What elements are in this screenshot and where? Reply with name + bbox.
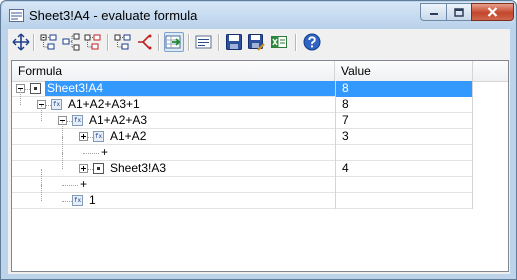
grid-header: Formula Value — [12, 61, 508, 82]
tree-row[interactable]: fx A1+A2+A3 7 — [12, 105, 473, 129]
column-header-value[interactable]: Value — [335, 61, 473, 81]
tree-row[interactable]: Sheet3!A3 4 — [12, 153, 473, 177]
tree-connector — [83, 153, 99, 155]
formula-text: Sheet3!A4 — [47, 81, 104, 95]
formula-icon: fx — [72, 115, 83, 126]
formula-text: A1+A2+A3 — [89, 113, 148, 127]
tree-row[interactable]: fx 1 — [12, 185, 473, 209]
tree-options-icon — [114, 34, 131, 50]
save-as-button[interactable] — [246, 32, 266, 52]
save-icon — [226, 34, 242, 50]
app-icon — [9, 9, 24, 22]
tree-row[interactable]: Sheet3!A4 8 — [12, 81, 473, 97]
tree-connector — [62, 185, 78, 187]
branch-button[interactable] — [135, 32, 155, 52]
tree-connector — [41, 105, 43, 121]
formula-text: 1 — [89, 193, 96, 207]
formula-text: + — [101, 145, 109, 159]
expand-icon[interactable] — [79, 132, 88, 141]
export-excel-icon — [271, 36, 287, 48]
value-cell — [335, 177, 473, 193]
tree-connector — [41, 169, 43, 185]
evaluate-step-button[interactable] — [194, 32, 214, 52]
column-header-formula[interactable]: Formula — [12, 61, 335, 81]
tree-row[interactable]: + — [12, 169, 473, 193]
value-cell: 8 — [335, 81, 473, 97]
formula-text: + — [80, 177, 88, 191]
window-title: Sheet3!A4 - evaluate formula — [29, 8, 198, 23]
toolbar-separator — [107, 34, 109, 51]
value-cell — [335, 193, 473, 209]
branch-icon — [138, 34, 152, 50]
goto-cell-icon — [165, 35, 181, 49]
maximize-button[interactable] — [446, 3, 472, 21]
evaluate-step-icon — [195, 35, 212, 49]
tree-options-button[interactable] — [113, 32, 133, 52]
save-button[interactable] — [224, 32, 244, 52]
save-as-icon — [248, 34, 265, 51]
evaluate-formula-window: Sheet3!A4 - evaluate formula Formula Val… — [0, 0, 517, 280]
client-area: Formula Value Sheet3!A4 8 fx A1+A2+A3+1 8 fx A… — [8, 29, 510, 274]
value-cell — [335, 145, 473, 161]
formula-icon: fx — [93, 131, 104, 142]
expand-tree-button[interactable] — [61, 32, 81, 52]
minimize-button[interactable] — [420, 3, 447, 21]
close-button[interactable] — [471, 3, 514, 21]
formula-text: Sheet3!A3 — [110, 161, 167, 175]
tree-connector — [62, 121, 64, 137]
tree-connector — [62, 137, 64, 153]
tree-row[interactable]: fx A1+A2+A3+1 8 — [12, 89, 473, 113]
close-icon — [487, 7, 498, 17]
collapse-tree-icon — [40, 34, 57, 50]
formula-grid[interactable]: Formula Value Sheet3!A4 8 fx A1+A2+A3+1 8 fx A… — [11, 60, 509, 272]
formula-icon: fx — [51, 99, 62, 110]
tree-connector — [62, 201, 72, 203]
minimize-icon — [429, 13, 438, 15]
cell-reference-icon — [93, 163, 104, 174]
tree-row[interactable]: fx A1+A2 3 — [12, 121, 473, 145]
toolbar-separator — [295, 34, 297, 51]
value-cell: 3 — [335, 129, 473, 145]
toolbar-separator — [158, 34, 160, 51]
cell-reference-icon — [30, 83, 41, 94]
tree-connector — [41, 185, 43, 201]
expand-tree-icon — [62, 33, 80, 51]
toolbar-separator — [218, 34, 220, 51]
value-cell: 4 — [335, 161, 473, 177]
help-icon — [303, 33, 321, 51]
collapse-tree-button[interactable] — [39, 32, 59, 52]
value-cell: 7 — [335, 113, 473, 129]
formula-icon: fx — [72, 195, 83, 206]
toolbar-separator — [33, 34, 35, 51]
expand-all-icon — [84, 34, 101, 50]
tree-row[interactable]: + — [12, 137, 473, 161]
expand-icon[interactable] — [79, 164, 88, 173]
goto-cell-button[interactable] — [164, 32, 184, 52]
toolbar — [8, 29, 510, 56]
tree-connector — [62, 153, 64, 169]
expand-all-button[interactable] — [83, 32, 103, 52]
maximize-icon — [454, 7, 464, 17]
formula-text: A1+A2+A3+1 — [68, 97, 140, 111]
toolbar-separator — [188, 34, 190, 51]
formula-text: A1+A2 — [110, 129, 147, 143]
title-bar[interactable]: Sheet3!A4 - evaluate formula — [2, 2, 515, 29]
export-excel-button[interactable] — [269, 32, 289, 52]
help-button[interactable] — [302, 32, 322, 52]
tree-connector — [20, 89, 22, 105]
move-button[interactable] — [11, 32, 31, 52]
move-icon — [12, 33, 30, 51]
value-cell: 8 — [335, 97, 473, 113]
